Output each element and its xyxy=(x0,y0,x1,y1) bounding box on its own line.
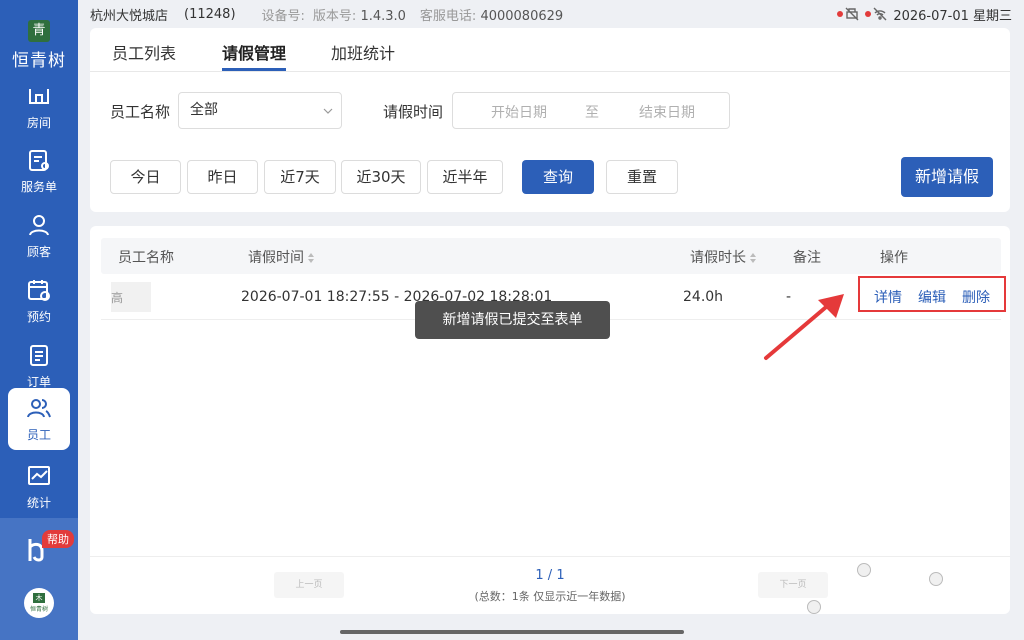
end-date-input[interactable]: 结束日期 xyxy=(639,102,695,122)
sidebar-item-service-order[interactable]: 服务单 xyxy=(8,140,70,202)
last-half-year-button[interactable]: 近半年 xyxy=(427,160,503,194)
leave-table-card: 员工名称 请假时间 请假时长 备注 操作 高 2026-07-01 18:27:… xyxy=(90,226,1010,614)
next-page-button[interactable]: 下一页 xyxy=(758,572,828,598)
time-filter-label: 请假时间 xyxy=(383,103,444,121)
leave-duration-cell: 24.0h xyxy=(683,289,724,305)
tab-active-indicator xyxy=(222,68,286,71)
version-info: 版本号: 1.4.3.0 xyxy=(312,8,406,24)
logo-icon: 青 xyxy=(28,20,50,42)
home-indicator[interactable] xyxy=(340,630,684,634)
avatar[interactable]: 木 恒青树 xyxy=(24,588,54,618)
order-icon xyxy=(30,345,48,366)
chevron-down-icon xyxy=(323,108,333,114)
store-code: (11248) xyxy=(184,6,236,22)
header-remark: 备注 xyxy=(793,250,821,266)
sidebar-item-label: 预约 xyxy=(26,310,51,324)
service-order-icon xyxy=(29,150,49,171)
sidebar-item-customer[interactable]: 顾客 xyxy=(8,205,70,267)
annotation-arrow-icon xyxy=(764,294,844,360)
floating-dot xyxy=(929,572,943,586)
table-header: 员工名称 请假时间 请假时长 备注 操作 xyxy=(101,238,1001,274)
sidebar-item-label: 员工 xyxy=(26,428,51,442)
header-leave-duration[interactable]: 请假时长 xyxy=(690,247,757,267)
datetime: 2026-07-01 星期三 xyxy=(893,8,1012,24)
start-date-input[interactable]: 开始日期 xyxy=(491,102,547,122)
delete-link[interactable]: 删除 xyxy=(962,287,990,307)
logo-text: 恒青树 xyxy=(12,51,66,71)
pagination-divider xyxy=(90,556,1010,557)
employee-name-cell: 高 xyxy=(111,282,151,312)
avatar-text: 恒青树 xyxy=(29,606,48,613)
sidebar-item-room[interactable]: 房间 xyxy=(8,76,70,138)
service-phone: 客服电话: 4000080629 xyxy=(419,8,564,24)
header-employee-name: 员工名称 xyxy=(118,250,174,266)
edit-link[interactable]: 编辑 xyxy=(918,287,946,307)
today-button[interactable]: 今日 xyxy=(110,160,181,194)
help-badge[interactable]: 帮助 xyxy=(42,530,74,548)
status-right: 2026-07-01 星期三 xyxy=(837,0,1012,28)
staff-icon xyxy=(27,399,51,418)
alert-dot xyxy=(865,11,872,17)
sidebar-item-statistics[interactable]: 统计 xyxy=(8,456,70,518)
last-7-days-button[interactable]: 近7天 xyxy=(264,160,336,194)
tab-staff-list[interactable]: 员工列表 xyxy=(112,40,176,64)
header-operations: 操作 xyxy=(880,250,908,266)
room-icon xyxy=(29,89,49,104)
query-button[interactable]: 查询 xyxy=(522,160,594,194)
sidebar-item-appointment[interactable]: 预约 xyxy=(8,270,70,332)
date-range-picker[interactable]: 开始日期 至 结束日期 xyxy=(452,92,730,129)
calendar-icon xyxy=(28,280,50,301)
sidebar-item-staff[interactable]: 员工 xyxy=(8,388,70,450)
detail-link[interactable]: 详情 xyxy=(874,287,902,307)
tab-bar: 员工列表 请假管理 加班统计 xyxy=(90,28,1010,72)
sidebar-item-label: 统计 xyxy=(26,496,51,510)
last-30-days-button[interactable]: 近30天 xyxy=(341,160,421,194)
store-name: 杭州大悦城店 xyxy=(90,8,169,24)
header-leave-time[interactable]: 请假时间 xyxy=(248,247,315,267)
sidebar-item-label: 服务单 xyxy=(20,180,57,194)
floating-dot xyxy=(857,563,871,577)
reset-button[interactable]: 重置 xyxy=(606,160,678,194)
range-separator: 至 xyxy=(585,105,599,121)
add-leave-button[interactable]: 新增请假 xyxy=(901,157,993,197)
wifi-off-icon xyxy=(873,7,887,21)
tab-leave-management[interactable]: 请假管理 xyxy=(222,40,286,64)
printer-off-icon xyxy=(845,7,859,21)
select-value: 全部 xyxy=(190,102,218,118)
operations-highlight: 详情 编辑 删除 xyxy=(858,276,1006,312)
sidebar-item-label: 顾客 xyxy=(26,245,51,259)
tab-overtime-stats[interactable]: 加班统计 xyxy=(331,40,395,64)
chart-icon xyxy=(28,466,50,485)
device-label: 设备号: xyxy=(261,8,305,24)
employee-name-select[interactable]: 全部 xyxy=(178,92,342,129)
alert-dot xyxy=(837,11,844,17)
filter-card: 员工列表 请假管理 加班统计 员工名称 全部 请假时间 开始日期 至 结束日期 … xyxy=(90,28,1010,212)
yesterday-button[interactable]: 昨日 xyxy=(187,160,258,194)
page-indicator: 1 / 1 xyxy=(535,568,565,583)
sidebar: 青 恒青树 房间 服务单 顾客 预约 订单 员工 统计 帮助 木 恒青树 xyxy=(0,0,78,640)
floating-dot xyxy=(807,600,821,614)
app-logo: 青 恒青树 xyxy=(0,0,78,76)
page-summary: (总数：1条 仅显示近一年数据) xyxy=(474,590,626,603)
name-filter-label: 员工名称 xyxy=(110,103,171,121)
avatar-logo: 木 xyxy=(33,593,45,603)
sidebar-item-label: 房间 xyxy=(26,116,51,130)
toast-message: 新增请假已提交至表单 xyxy=(415,301,610,339)
customer-icon xyxy=(29,215,49,236)
sort-icon xyxy=(750,253,756,263)
sort-icon xyxy=(308,253,314,263)
